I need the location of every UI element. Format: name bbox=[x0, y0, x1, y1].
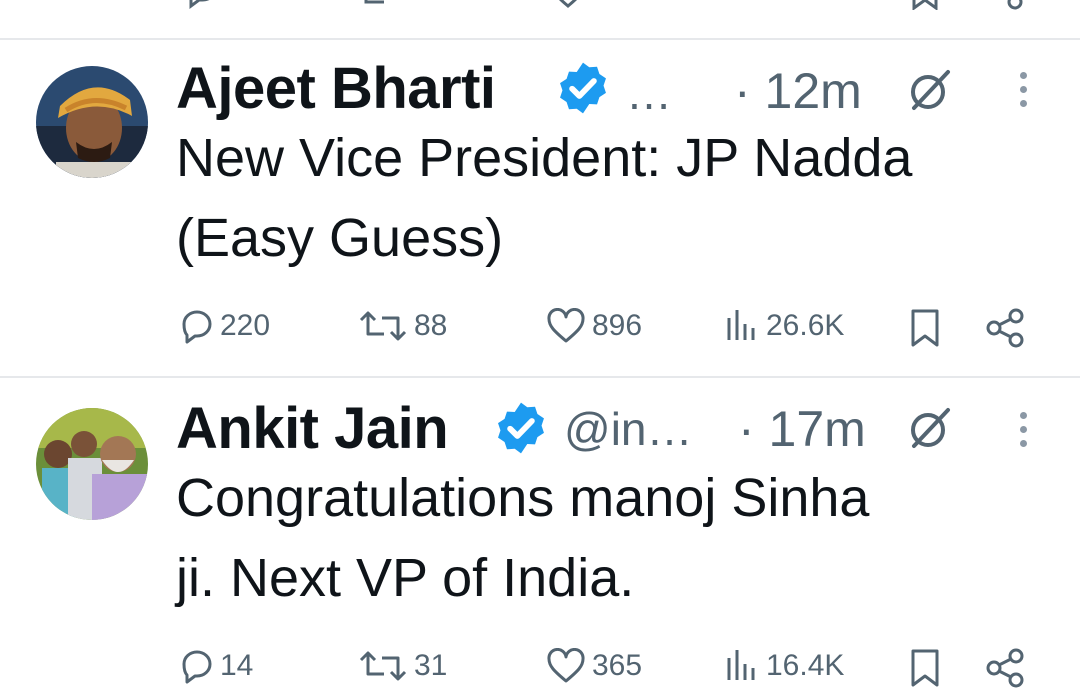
share-icon[interactable] bbox=[984, 646, 1028, 690]
retweet-icon bbox=[359, 311, 407, 341]
user-handle[interactable]: … bbox=[626, 70, 672, 116]
like-count: 365 bbox=[592, 649, 643, 682]
avatar-photo bbox=[36, 66, 148, 178]
reply-count: 220 bbox=[220, 309, 271, 342]
reply-icon bbox=[182, 310, 212, 344]
views-icon bbox=[727, 310, 755, 340]
heart-icon[interactable] bbox=[548, 0, 588, 10]
tweet-text: Congratulations manoj Sinha ji. Next VP … bbox=[176, 468, 870, 608]
share-icon[interactable] bbox=[984, 306, 1028, 350]
heart-icon bbox=[547, 308, 585, 343]
display-name[interactable]: Ankit Jain bbox=[176, 400, 449, 458]
display-name[interactable]: Ajeet Bharti bbox=[176, 60, 496, 118]
bookmark-icon[interactable] bbox=[910, 0, 940, 10]
retweet-count: 88 bbox=[414, 309, 448, 342]
like-count: 896 bbox=[592, 309, 643, 342]
share-icon[interactable] bbox=[1000, 0, 1030, 10]
views-button[interactable]: 16.4K bbox=[724, 648, 844, 684]
verified-badge-icon bbox=[560, 62, 606, 114]
user-handle[interactable]: @in… bbox=[564, 406, 693, 452]
like-button[interactable]: 365 bbox=[546, 648, 642, 684]
retweet-icon bbox=[359, 651, 407, 681]
avatar[interactable] bbox=[36, 66, 148, 178]
heart-icon bbox=[547, 648, 585, 683]
more-vertical-icon[interactable] bbox=[1020, 412, 1030, 454]
retweet-button[interactable]: 31 bbox=[358, 648, 447, 684]
tweet-card[interactable]: Ajeet Bharti … · 12m New Vice President:… bbox=[0, 40, 1080, 376]
timestamp[interactable]: · 12m bbox=[734, 66, 862, 116]
tweet-text: New Vice President: JP Nadda (Easy Guess… bbox=[176, 128, 913, 268]
views-button[interactable]: 26.6K bbox=[724, 308, 844, 344]
reply-count: 14 bbox=[220, 649, 254, 682]
retweet-button[interactable]: 88 bbox=[358, 308, 447, 344]
reply-icon bbox=[182, 650, 212, 684]
previous-tweet-actions bbox=[0, 0, 1080, 10]
reply-button[interactable]: 14 bbox=[178, 648, 253, 684]
views-count: 26.6K bbox=[766, 309, 845, 342]
reply-icon[interactable] bbox=[180, 0, 220, 10]
timestamp[interactable]: · 17m bbox=[738, 404, 866, 454]
retweet-icon[interactable] bbox=[360, 0, 410, 10]
verified-badge-icon bbox=[498, 402, 544, 454]
slash-circle-icon[interactable] bbox=[904, 64, 956, 116]
bookmark-icon[interactable] bbox=[908, 648, 942, 688]
like-button[interactable]: 896 bbox=[546, 308, 642, 344]
avatar[interactable] bbox=[36, 408, 148, 520]
retweet-count: 31 bbox=[414, 649, 448, 682]
views-count: 16.4K bbox=[766, 649, 845, 682]
avatar-photo bbox=[36, 408, 148, 520]
slash-circle-icon[interactable] bbox=[904, 402, 956, 454]
views-icon bbox=[727, 650, 755, 680]
more-vertical-icon[interactable] bbox=[1020, 72, 1030, 114]
tweet-card[interactable]: Ankit Jain @in… · 17m Congratulations ma… bbox=[0, 378, 1080, 688]
bookmark-icon[interactable] bbox=[908, 308, 942, 348]
reply-button[interactable]: 220 bbox=[178, 308, 270, 344]
